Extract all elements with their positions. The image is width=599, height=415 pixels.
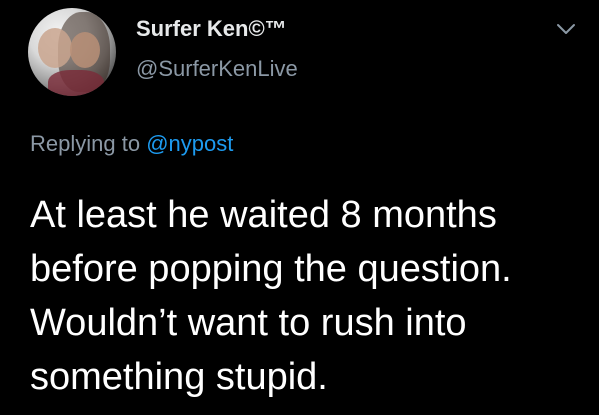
tweet-text-line: At least he waited 8 months	[30, 194, 497, 236]
avatar-face-left	[38, 28, 72, 68]
reply-mention-link[interactable]: @nypost	[146, 131, 233, 156]
display-name[interactable]: Surfer Ken©™	[136, 16, 287, 42]
tweet-text-line: something stupid.	[30, 356, 328, 398]
tweet-text-line: Wouldn’t want to rush into	[30, 302, 467, 344]
avatar[interactable]	[28, 8, 116, 96]
avatar-shirt	[48, 70, 104, 96]
tweet-text-line: before popping the question.	[30, 248, 512, 290]
reply-context: Replying to @nypost	[30, 131, 233, 157]
avatar-face-right	[70, 32, 100, 68]
chevron-down-icon[interactable]	[555, 18, 577, 40]
user-handle[interactable]: @SurferKenLive	[136, 56, 298, 82]
tweet-text: At least he waited 8 months before poppi…	[30, 188, 590, 404]
reply-prefix: Replying to	[30, 131, 141, 156]
tweet-card: Surfer Ken©™ @SurferKenLive Replying to …	[0, 0, 599, 415]
